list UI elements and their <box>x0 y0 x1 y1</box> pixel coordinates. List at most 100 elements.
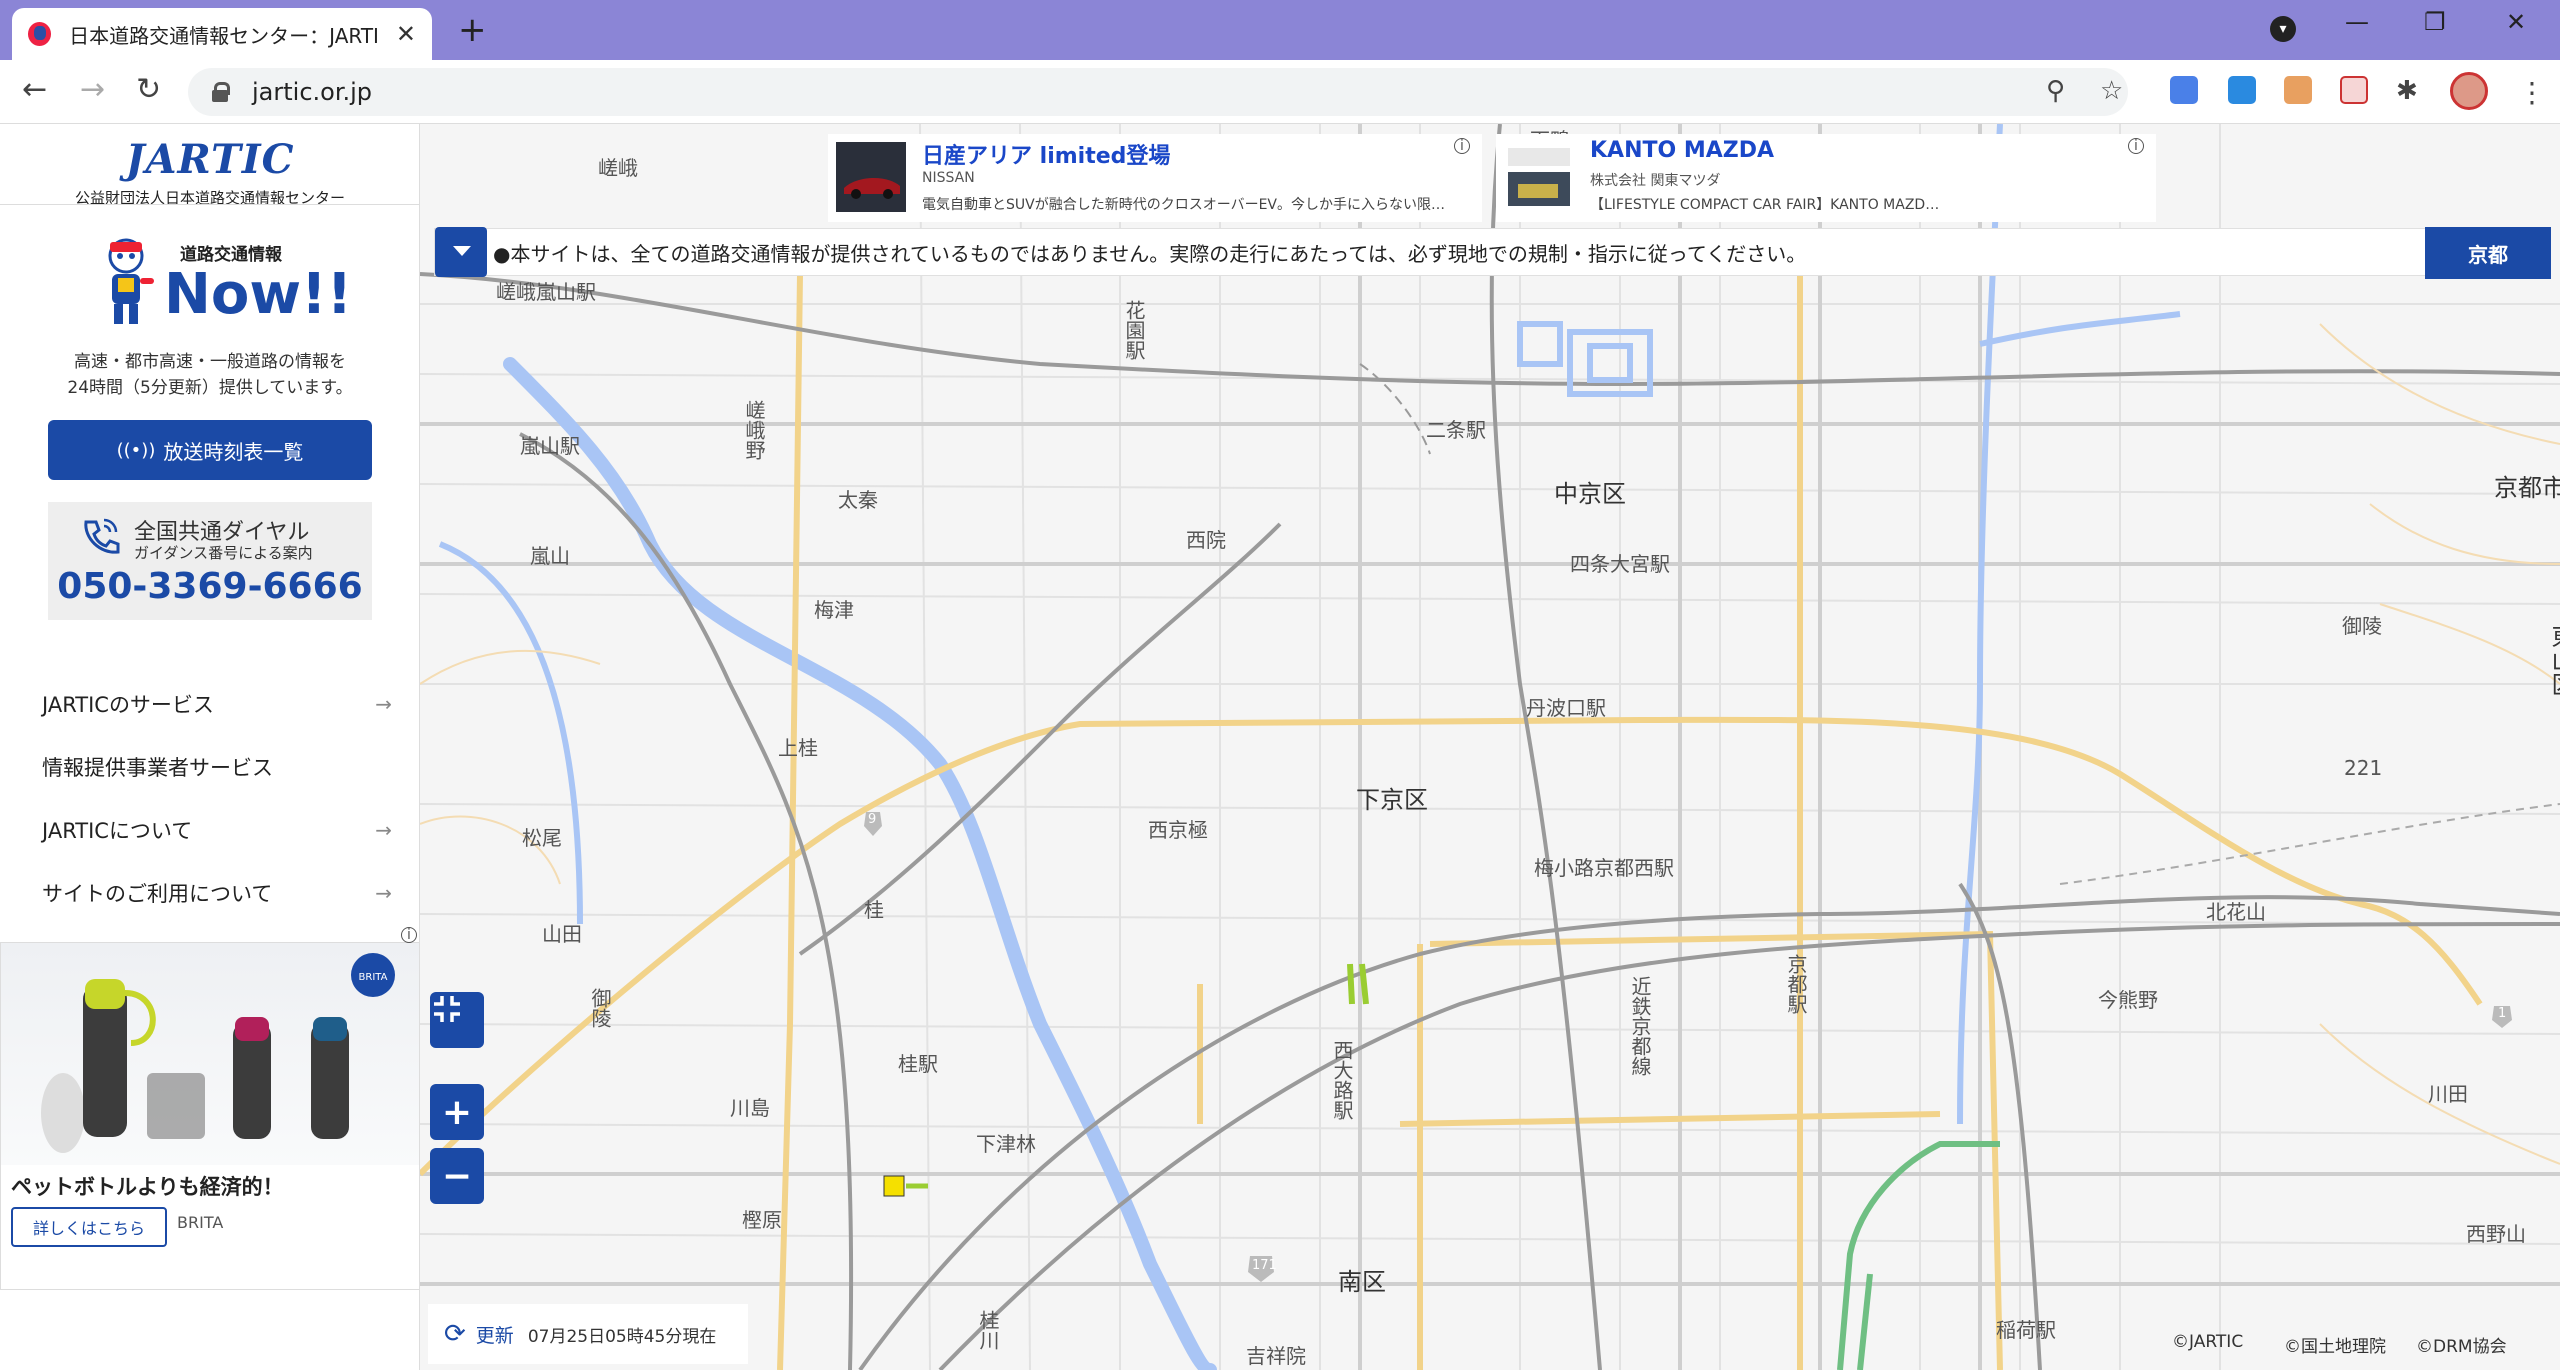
ad-headline[interactable]: ペットボトルよりも経済的！ <box>11 1171 284 1201</box>
jartic-logo[interactable]: JARTIC 公益財団法人日本道路交通情報センター <box>0 136 420 208</box>
map-label: 西院 <box>1186 528 1226 552</box>
now-banner: 道路交通情報 Now!! <box>96 234 352 327</box>
new-tab-icon[interactable]: + <box>458 10 487 50</box>
fullscreen-button[interactable] <box>430 992 484 1048</box>
map-label: 嵐山 <box>530 544 570 568</box>
zoom-in-button[interactable]: + <box>430 1084 484 1140</box>
region-selector-button[interactable]: 京都 <box>2425 227 2551 279</box>
sidebar-item-label: JARTICのサービス <box>42 692 214 717</box>
sidebar-item-services[interactable]: JARTICのサービス → <box>0 672 420 735</box>
route-shield-171: 171 <box>1252 1258 1277 1273</box>
arrow-right-icon: → <box>375 880 392 905</box>
now-title: Now!! <box>164 262 353 327</box>
ad-description: 【LIFESTYLE COMPACT CAR FAIR】KANTO MAZD… <box>1590 197 1940 213</box>
top-ad-nissan[interactable]: 日産アリア limited登場 NISSAN 電気自動車とSUVが融合した新時代… <box>828 134 1482 222</box>
sidebar-item-about[interactable]: JARTICについて → <box>0 798 420 861</box>
map-label: 太秦 <box>838 488 878 512</box>
sidebar-menu: JARTICのサービス → 情報提供事業者サービス JARTICについて → サ… <box>0 672 420 924</box>
map-label: 花園駅 <box>1122 300 1146 360</box>
ad-info-icon[interactable]: i <box>2128 138 2144 154</box>
ad-info-icon[interactable]: i <box>1454 138 1470 154</box>
map-label: 嵯峨 <box>598 156 638 180</box>
extension-arrow-icon[interactable] <box>2228 76 2256 104</box>
map-label: 御陵 <box>2342 614 2382 638</box>
ad-description: 電気自動車とSUVが融合した新時代のクロスオーバーEV。今しか手に入らない限… <box>922 197 1445 213</box>
broadcast-schedule-button[interactable]: ((•)) 放送時刻表一覧 <box>48 420 372 480</box>
browser-tab[interactable]: 日本道路交通情報センター：JARTI ✕ <box>12 8 432 60</box>
tab-search-icon[interactable]: ▾ <box>2270 16 2296 42</box>
broadcast-icon: ((•)) <box>116 439 156 461</box>
map-label: 北花山 <box>2206 900 2266 924</box>
map-label: 梅小路京都西駅 <box>1534 856 1674 880</box>
extensions-puzzle-icon[interactable]: ✱ <box>2396 76 2418 106</box>
extension-screen-icon[interactable] <box>2340 76 2368 104</box>
tab-close-icon[interactable]: ✕ <box>396 20 416 48</box>
notice-text: ●本サイトは、全ての道路交通情報が提供されているものではありません。実際の走行に… <box>493 241 1807 266</box>
sidebar-item-label: JARTICについて <box>42 818 193 843</box>
top-ad-mazda[interactable]: KANTO MAZDA 株式会社 関東マツダ 【LIFESTYLE COMPAC… <box>1496 134 2156 222</box>
zoom-out-button[interactable]: − <box>430 1148 484 1204</box>
map-label: 丹波口駅 <box>1526 696 1606 720</box>
restore-icon[interactable]: ❐ <box>2424 8 2446 36</box>
nissan-car-image <box>836 142 906 212</box>
sidebar-item-label: 情報提供事業者サービス <box>42 755 273 780</box>
map-label: 桂 <box>864 898 884 922</box>
translate-extension-icon[interactable] <box>2170 76 2198 104</box>
lock-icon <box>212 82 230 102</box>
browser-menu-icon[interactable]: ⋮ <box>2518 76 2546 109</box>
attribution-jartic[interactable]: ©JARTIC <box>2172 1332 2243 1352</box>
ad-headline[interactable]: KANTO MAZDA <box>1590 138 1774 163</box>
back-icon[interactable]: ← <box>22 72 47 107</box>
extension-cast-icon[interactable] <box>2284 76 2312 104</box>
update-button[interactable]: 更新 <box>476 1321 514 1348</box>
dial-number[interactable]: 050-3369-6666 <box>48 566 372 607</box>
sidebar-ad[interactable]: BRITA i ペットボトルよりも経済的！ 詳しくはこちら BRITA <box>0 927 420 1290</box>
profile-avatar[interactable] <box>2450 72 2488 110</box>
forward-icon[interactable]: → <box>80 72 105 107</box>
sidebar-item-provider-services[interactable]: 情報提供事業者サービス <box>0 735 420 798</box>
map-label: 嵐山駅 <box>520 434 580 458</box>
traffic-map[interactable]: 下鴨 嵯峨 嵯峨嵐山駅 花園駅 嵯峨野 嵐山駅 太秦 二条駅 中京区 京都市 西… <box>420 124 2560 1370</box>
window-close-icon[interactable]: ✕ <box>2506 8 2526 36</box>
dial-subtitle: ガイダンス番号による案内 <box>134 544 313 562</box>
ad-sponsor: 株式会社 関東マツダ <box>1590 173 1721 189</box>
arrow-right-icon: → <box>375 817 392 842</box>
sidebar-item-terms[interactable]: サイトのご利用について → <box>0 861 420 924</box>
map-label: 吉祥院 <box>1246 1344 1306 1368</box>
map-label: 今熊野 <box>2098 988 2158 1012</box>
service-description: 高速・都市高速・一般道路の情報を 24時間（5分更新）提供しています。 <box>0 349 420 401</box>
address-bar[interactable]: jartic.or.jp <box>188 68 2128 116</box>
route-shield-9: 9 <box>868 812 877 827</box>
map-label: 稲荷駅 <box>1996 1318 2056 1342</box>
minimize-icon[interactable]: — <box>2345 8 2369 36</box>
bookmark-star-icon[interactable]: ☆ <box>2100 76 2123 106</box>
collapse-icon <box>434 996 460 1022</box>
map-label: 桂駅 <box>898 1052 938 1076</box>
map-label: 川島 <box>730 1096 770 1120</box>
zoom-icon[interactable]: ⚲ <box>2046 76 2065 106</box>
ad-advertiser: BRITA <box>177 1213 224 1232</box>
ad-sponsor: NISSAN <box>922 170 975 186</box>
map-label: 嵯峨野 <box>742 400 766 460</box>
map-label: 南区 <box>1338 1268 1386 1296</box>
attribution-drm[interactable]: ©DRM協会 <box>2416 1332 2507 1357</box>
phone-icon <box>84 518 120 554</box>
map-label: 西大路駅 <box>1330 1040 1354 1120</box>
sidebar: JARTIC 公益財団法人日本道路交通情報センター 道路交通情報 Now!! 高… <box>0 124 420 1370</box>
sidebar-item-label: サイトのご利用について <box>42 881 273 906</box>
ad-info-icon[interactable]: i <box>401 927 417 943</box>
notice-bar: ●本サイトは、全ての道路交通情報が提供されているものではありません。実際の走行に… <box>434 227 2551 279</box>
ad-cta-button[interactable]: 詳しくはこちら <box>11 1207 167 1247</box>
ad-headline[interactable]: 日産アリア limited登場 <box>922 138 1170 170</box>
brita-logo-text: BRITA <box>359 972 388 983</box>
refresh-icon[interactable]: ⟳ <box>444 1319 466 1349</box>
map-label: 松尾 <box>522 826 562 850</box>
map-label: 山田 <box>542 922 582 946</box>
desc-line-2: 24時間（5分更新）提供しています。 <box>67 378 353 398</box>
attribution-gsi[interactable]: ©国土地理院 <box>2284 1332 2386 1357</box>
notice-toggle-button[interactable] <box>435 227 487 277</box>
arrow-right-icon: → <box>375 691 392 716</box>
map-canvas[interactable] <box>420 124 2560 1370</box>
reload-icon[interactable]: ↻ <box>136 72 161 107</box>
browser-tab-bar: 日本道路交通情報センター：JARTI ✕ + ▾ — ❐ ✕ <box>0 0 2560 60</box>
